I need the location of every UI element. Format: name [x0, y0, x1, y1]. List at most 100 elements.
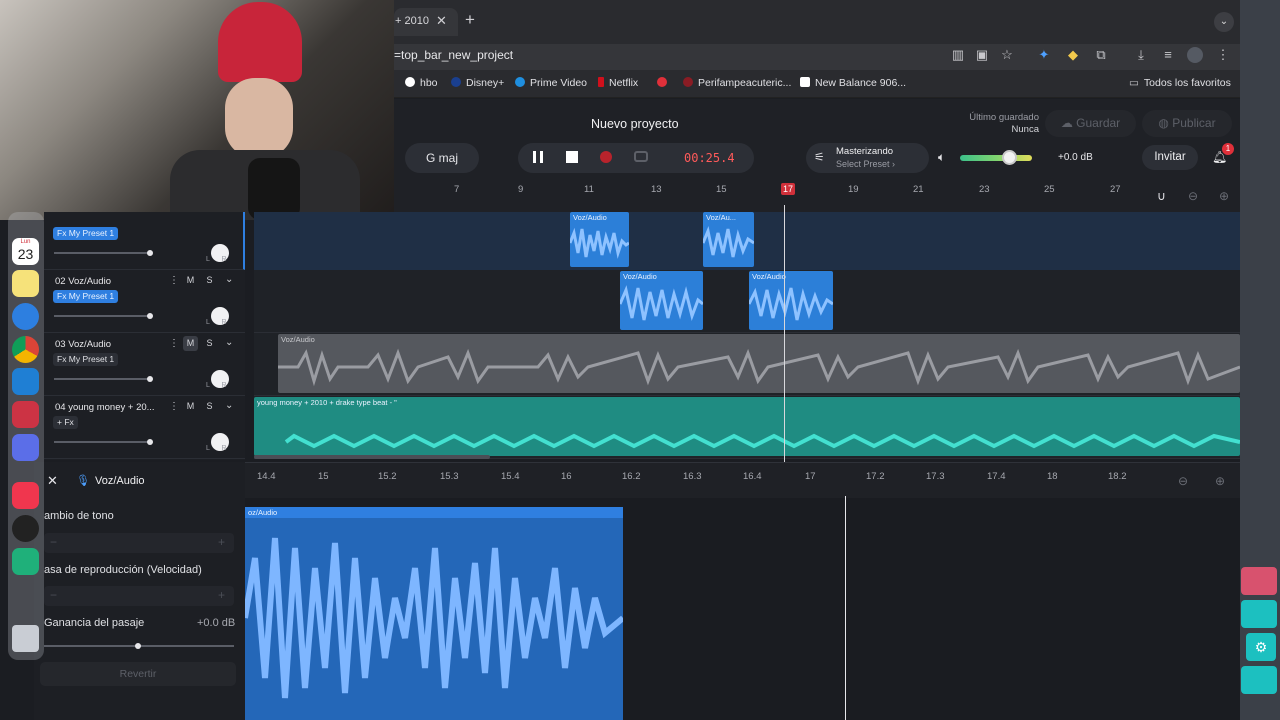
- audio-clip[interactable]: Voz/Au...: [703, 212, 754, 267]
- revert-button[interactable]: Revertir: [40, 662, 236, 686]
- mute-button[interactable]: M: [183, 273, 198, 288]
- track-volume-handle[interactable]: [147, 313, 153, 319]
- notes-icon[interactable]: [12, 270, 39, 297]
- chevron-down-icon[interactable]: ⌄: [225, 274, 233, 285]
- track-fx-chip[interactable]: Fx My Preset 1: [53, 227, 119, 240]
- close-icon[interactable]: ✕: [47, 473, 58, 489]
- app-icon[interactable]: [12, 401, 39, 428]
- track-header-1[interactable]: Fx My Preset 1 L R: [44, 212, 245, 270]
- chevron-down-icon[interactable]: ⌄: [225, 400, 233, 411]
- audio-clip[interactable]: Voz/Audio: [620, 271, 703, 330]
- playhead-marker[interactable]: 17: [781, 183, 795, 195]
- bookmark-prime-video[interactable]: Prime Video: [515, 77, 587, 89]
- media-control-icon[interactable]: ≡: [1160, 47, 1176, 63]
- zoom-in-icon[interactable]: ⊕: [1219, 189, 1229, 203]
- audio-clip-beat[interactable]: young money + 2010 + drake type beat - ": [254, 397, 1240, 456]
- bookmark-star-icon[interactable]: ☆: [999, 47, 1015, 63]
- track-name[interactable]: 03 Voz/Audio: [55, 339, 111, 350]
- playhead-line[interactable]: [784, 205, 785, 462]
- track-volume-fader[interactable]: [54, 252, 152, 254]
- track-volume-handle[interactable]: [147, 439, 153, 445]
- track-fx-chip[interactable]: Fx My Preset 1: [53, 290, 119, 303]
- obs-icon[interactable]: [12, 515, 39, 542]
- bookmark-hbo[interactable]: hbo: [405, 77, 438, 89]
- track-options-icon[interactable]: ⋮: [169, 401, 179, 412]
- cast-icon[interactable]: ▣: [974, 47, 990, 63]
- minus-icon[interactable]: −: [50, 535, 57, 549]
- track-options-icon[interactable]: ⋮: [169, 275, 179, 286]
- save-button[interactable]: ☁ Guardar: [1045, 110, 1136, 137]
- track-header-2[interactable]: 02 Voz/Audio ⋮ M S ⌄ Fx My Preset 1 L R: [44, 270, 245, 333]
- key-selector[interactable]: G maj: [405, 143, 479, 173]
- pitch-slider[interactable]: [44, 533, 234, 553]
- side-button-teal[interactable]: [1241, 600, 1277, 628]
- track-header-4[interactable]: 04 young money + 20... ⋮ M S ⌄ + Fx L R: [44, 396, 245, 459]
- track-header-3[interactable]: 03 Voz/Audio ⋮ M S ⌄ Fx My Preset 1 L R: [44, 333, 245, 396]
- zoom-out-icon[interactable]: ⊖: [1188, 189, 1198, 203]
- snap-magnet-icon[interactable]: ∪: [1157, 189, 1166, 203]
- bookmark-pinterest[interactable]: [657, 77, 672, 89]
- vscode-icon[interactable]: [12, 368, 39, 395]
- gear-icon[interactable]: ⚙: [1246, 633, 1276, 661]
- safari-icon[interactable]: [12, 303, 39, 330]
- tab-search-icon[interactable]: ⌄: [1214, 12, 1234, 32]
- calendar-icon[interactable]: Lun 23: [12, 238, 39, 265]
- master-volume-knob[interactable]: [1001, 150, 1017, 165]
- app-icon-green[interactable]: [12, 548, 39, 575]
- rate-slider[interactable]: [44, 586, 234, 606]
- extension-shield-icon[interactable]: ◆: [1065, 47, 1081, 63]
- browser-tab[interactable]: + 2010: [394, 8, 458, 36]
- track-volume-handle[interactable]: [147, 250, 153, 256]
- master-volume-slider[interactable]: [960, 155, 1032, 161]
- loop-icon[interactable]: [634, 151, 648, 162]
- url-text[interactable]: =top_bar_new_project: [394, 48, 513, 62]
- solo-button[interactable]: S: [202, 399, 217, 414]
- track-fx-chip[interactable]: Fx My Preset 1: [53, 353, 119, 366]
- horizontal-scrollbar[interactable]: [254, 455, 490, 459]
- track-name[interactable]: 04 young money + 20...: [55, 402, 155, 413]
- audio-clip[interactable]: Voz/Audio: [570, 212, 629, 267]
- clip-editor-playhead[interactable]: [845, 496, 846, 720]
- track-name[interactable]: 02 Voz/Audio: [55, 276, 111, 287]
- profile-avatar[interactable]: [1187, 47, 1203, 63]
- audio-clip[interactable]: Voz/Audio: [749, 271, 833, 330]
- add-fx-button[interactable]: + Fx: [53, 416, 78, 429]
- bookmark-new-balance[interactable]: New Balance 906...: [800, 77, 906, 89]
- project-title[interactable]: Nuevo proyecto: [591, 117, 679, 131]
- clip-gain-handle[interactable]: [135, 643, 141, 649]
- tab-close-icon[interactable]: ✕: [436, 13, 447, 29]
- audio-clip-muted[interactable]: Voz/Audio: [278, 334, 1240, 393]
- side-button-teal-2[interactable]: [1241, 666, 1277, 694]
- clip-editor-clip[interactable]: oz/Audio: [245, 507, 623, 720]
- zoom-out-icon[interactable]: ⊖: [1178, 474, 1188, 488]
- bookmark-netflix[interactable]: Netflix: [598, 77, 638, 89]
- address-bar[interactable]: [394, 44, 1240, 70]
- new-tab-icon[interactable]: +: [465, 10, 475, 30]
- music-icon[interactable]: [12, 482, 39, 509]
- solo-button[interactable]: S: [202, 273, 217, 288]
- side-button-pink[interactable]: [1241, 567, 1277, 595]
- browser-menu-icon[interactable]: ⋮: [1215, 47, 1231, 63]
- invite-button[interactable]: Invitar: [1142, 145, 1198, 170]
- chrome-icon[interactable]: [12, 336, 39, 363]
- track-lane-2[interactable]: [254, 270, 1240, 333]
- volume-icon[interactable]: 🔈︎: [938, 150, 945, 165]
- publish-button[interactable]: ◍ Publicar: [1142, 110, 1232, 137]
- plus-icon[interactable]: +: [218, 588, 225, 602]
- stop-icon[interactable]: [566, 151, 578, 163]
- zoom-in-icon[interactable]: ⊕: [1215, 474, 1225, 488]
- track-volume-fader[interactable]: [54, 378, 152, 380]
- bookmark-all-favorites[interactable]: ▭ Todos los favoritos: [1129, 77, 1231, 89]
- track-volume-fader[interactable]: [54, 441, 152, 443]
- app-icon-blue[interactable]: [12, 434, 39, 461]
- track-volume-handle[interactable]: [147, 376, 153, 382]
- extensions-puzzle-icon[interactable]: ⧉: [1093, 47, 1109, 63]
- download-icon[interactable]: ⤓: [1133, 47, 1149, 63]
- extension-icon[interactable]: ✦: [1036, 47, 1052, 63]
- bookmark-disney[interactable]: Disney+: [451, 77, 504, 89]
- track-options-icon[interactable]: ⋮: [169, 338, 179, 349]
- minus-icon[interactable]: −: [50, 588, 57, 602]
- mute-button[interactable]: M: [183, 399, 198, 414]
- plus-icon[interactable]: +: [218, 535, 225, 549]
- mute-button[interactable]: M: [183, 336, 198, 351]
